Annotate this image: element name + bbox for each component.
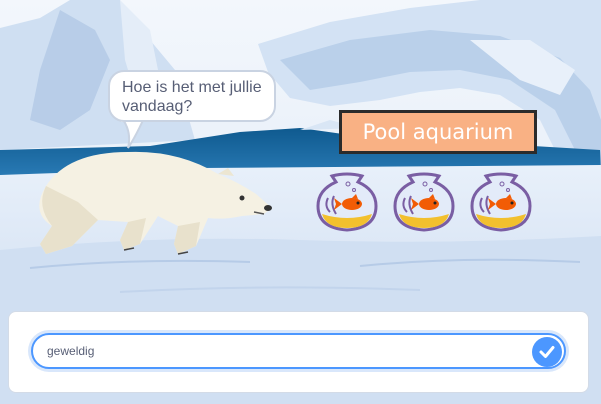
goldfish-bowl-3[interactable] [468, 170, 534, 232]
speech-bubble: Hoe is het met jullie vandaag? [108, 70, 276, 122]
submit-answer-button[interactable] [532, 337, 562, 367]
ask-prompt-panel [8, 311, 589, 393]
speech-bubble-tail [120, 118, 146, 149]
goldfish-bowl-2[interactable] [391, 170, 457, 232]
goldfish-bowl-1[interactable] [314, 170, 380, 232]
polar-bear-sprite[interactable] [28, 146, 278, 258]
answer-input[interactable] [31, 333, 566, 369]
title-sign[interactable]: Pool aquarium [339, 110, 537, 154]
stage: Hoe is het met jullie vandaag? Pool aqua… [0, 0, 601, 404]
check-icon [539, 346, 555, 358]
